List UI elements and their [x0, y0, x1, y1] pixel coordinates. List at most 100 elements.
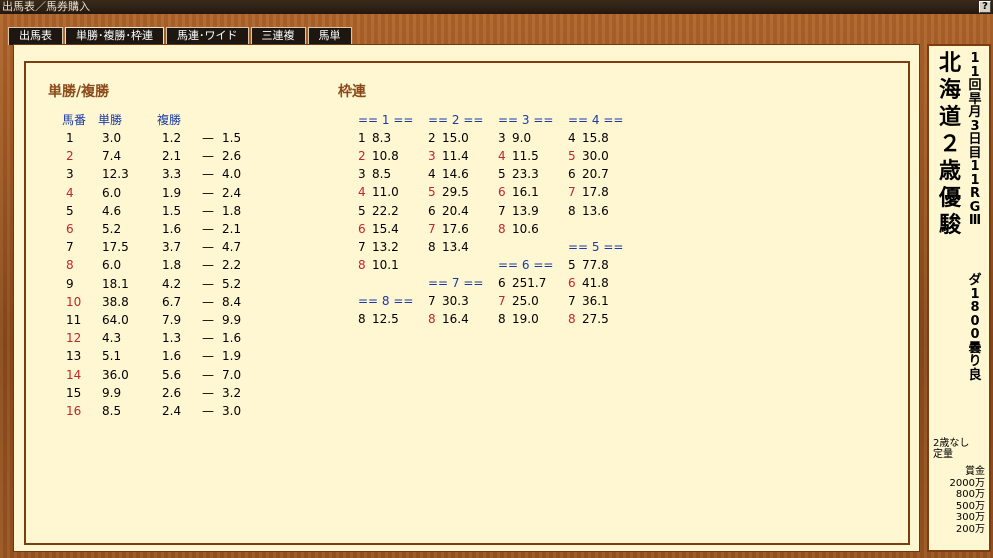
win-odds: 12.3 — [102, 167, 129, 182]
place-odds-low: 2.6 — [162, 385, 182, 400]
range-dash: — — [202, 367, 214, 382]
place-odds-high: 1.5 — [222, 131, 242, 145]
place-odds-low: 1.3 — [162, 331, 182, 346]
bracket-odds: 29.5 — [442, 185, 469, 200]
bracket-pair: 7 13.9 — [498, 204, 539, 218]
bracket-number: 7 — [428, 221, 436, 236]
bracket-number: 6 — [428, 203, 436, 218]
range-dash: — — [202, 349, 214, 364]
prize-4: 300万 — [955, 512, 985, 523]
bracket-pair: 4 15.8 — [568, 131, 609, 145]
bracket-pair: 2 15.0 — [428, 131, 469, 145]
bracket-odds: 8.5 — [372, 167, 392, 182]
bracket-pair: 5 22.2 — [358, 204, 399, 218]
horse-number: 4 — [66, 185, 74, 200]
bracket-odds: 15.4 — [372, 221, 399, 236]
bracket-number: 5 — [428, 185, 436, 200]
bracket-number: 4 — [498, 149, 506, 164]
bracket-number: 8 — [568, 203, 576, 218]
bracket-number: 2 — [358, 149, 366, 164]
bracket-pair: 7 25.0 — [498, 294, 539, 308]
bracket-group-header: == 8 == — [358, 294, 414, 308]
bracket-pair: 1 8.3 — [358, 131, 391, 145]
header-horse-number: 馬番 — [62, 113, 87, 127]
window-title: 出馬表／馬券購入 — [2, 0, 90, 13]
horse-number: 16 — [66, 404, 82, 418]
bracket-number: 4 — [428, 167, 436, 182]
place-odds-low: 1.2 — [162, 131, 182, 145]
tab-exacta[interactable]: 馬単 — [307, 27, 352, 45]
bracket-pair: 8 13.4 — [428, 240, 469, 254]
bracket-number: 8 — [568, 312, 576, 327]
tab-race-card[interactable]: 出馬表 — [8, 27, 63, 45]
win-odds: 17.5 — [102, 240, 129, 255]
range-dash: — — [202, 149, 214, 164]
bracket-odds: 41.8 — [582, 275, 609, 290]
bracket-odds: 22.2 — [372, 203, 399, 218]
bracket-pair: 7 17.6 — [428, 222, 469, 236]
range-dash: — — [202, 203, 214, 218]
prize-list: 賞金 2000万 800万 500万 300万 200万 — [950, 466, 985, 535]
bracket-number: 7 — [568, 294, 576, 308]
place-odds-low: 1.5 — [162, 203, 182, 218]
header-win: 単勝 — [98, 113, 123, 127]
tab-trio[interactable]: 三連複 — [250, 27, 306, 45]
horse-number: 5 — [66, 203, 74, 218]
race-eligibility-line-1: 2歳なし — [933, 438, 970, 449]
bracket-pair: 5 29.5 — [428, 185, 469, 199]
range-dash: — — [202, 276, 214, 291]
bracket-odds: 15.0 — [442, 131, 469, 146]
win-odds: 6.0 — [102, 185, 122, 200]
bracket-number: 4 — [568, 131, 576, 146]
bracket-odds: 9.0 — [512, 131, 532, 146]
bracket-number: 8 — [358, 312, 366, 327]
horse-number: 10 — [66, 294, 82, 309]
prize-3: 500万 — [955, 500, 985, 512]
horse-number: 6 — [66, 222, 74, 236]
place-odds-high: 4.0 — [222, 167, 242, 182]
win-odds: 18.1 — [102, 276, 129, 291]
bracket-number: 2 — [428, 131, 436, 146]
odds-panel: 単勝/複勝 馬番 単勝 複勝 1 3.0 1.2—1.5 2 7.4 2.1—2.6 3 12… — [13, 44, 920, 552]
bracket-number: 6 — [498, 275, 506, 290]
tab-quinella-wide[interactable]: 馬連･ワイド — [166, 27, 249, 45]
range-dash: — — [202, 404, 214, 418]
place-odds-high: 4.7 — [222, 240, 242, 255]
place-odds-low: 6.7 — [162, 294, 182, 309]
win-odds: 4.3 — [102, 331, 122, 346]
win-odds: 4.6 — [102, 203, 122, 218]
bracket-odds: 10.1 — [372, 257, 399, 272]
bracket-group-header: == 2 == — [428, 113, 484, 127]
tab-win-place-bracket[interactable]: 単勝･複勝･枠連 — [65, 27, 164, 45]
bracket-pair: 4 11.0 — [358, 185, 399, 199]
bracket-odds: 11.5 — [512, 149, 539, 164]
place-odds-high: 1.6 — [222, 331, 242, 346]
range-dash: — — [202, 313, 214, 327]
bracket-odds: 251.7 — [512, 275, 547, 290]
bracket-number: 6 — [568, 167, 576, 182]
win-odds: 5.2 — [102, 222, 122, 236]
bracket-pair: 6 251.7 — [498, 276, 546, 290]
bracket-number: 7 — [498, 203, 506, 218]
place-odds-high: 2.4 — [222, 185, 242, 200]
range-dash: — — [202, 240, 214, 255]
bracket-quinella-title: 枠連 — [338, 84, 366, 100]
prize-1: 2000万 — [949, 477, 985, 489]
bracket-group-header: == 5 == — [568, 239, 624, 254]
bracket-group-header: == 6 == — [498, 257, 554, 272]
help-button[interactable]: ? — [979, 1, 991, 13]
range-dash: — — [202, 331, 214, 346]
bracket-pair: 8 16.4 — [428, 312, 469, 326]
bracket-pair: 5 30.0 — [568, 149, 609, 163]
prize-label: 賞金 — [965, 466, 985, 477]
bracket-pair: 3 8.5 — [358, 167, 391, 181]
win-odds: 7.4 — [102, 149, 122, 164]
bracket-odds: 13.4 — [442, 239, 469, 254]
horse-number: 9 — [66, 276, 74, 291]
place-odds-high: 2.6 — [222, 149, 242, 164]
bracket-number: 8 — [498, 221, 506, 236]
bracket-pair: 8 19.0 — [498, 312, 539, 326]
horse-number: 11 — [66, 313, 82, 327]
range-dash: — — [202, 167, 214, 182]
header-place: 複勝 — [157, 113, 182, 127]
